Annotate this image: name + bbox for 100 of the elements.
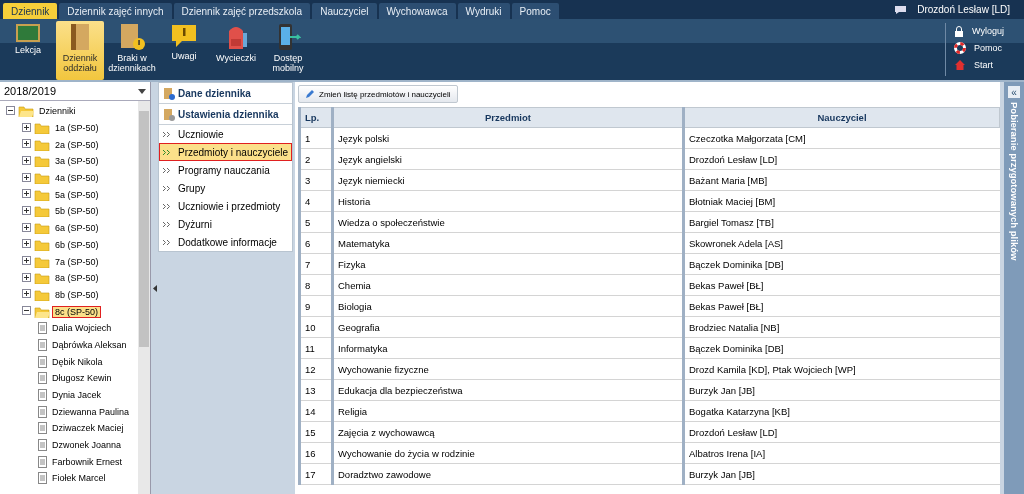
expand-icon[interactable] <box>22 172 31 182</box>
table-cell: Skowronek Adela [AS] <box>683 232 1000 254</box>
tree-item[interactable]: Dynia Jacek <box>50 390 104 401</box>
table-cell: 10 <box>299 316 333 338</box>
table-cell: Bargiel Tomasz [TB] <box>683 211 1000 233</box>
side-panel[interactable]: « Pobieranie przygotowanych plików <box>1004 82 1024 494</box>
menu-tab[interactable]: Dziennik zajęć przedszkola <box>173 3 311 19</box>
expand-icon[interactable] <box>22 272 31 282</box>
chalkboard-icon <box>15 23 41 43</box>
nav-item[interactable]: Uczniowie <box>159 125 292 143</box>
tree-item[interactable]: 8a (SP-50) <box>53 273 101 284</box>
dropdown-caret-icon[interactable] <box>138 88 146 94</box>
folder-icon <box>34 122 50 135</box>
expand-icon[interactable] <box>22 155 31 165</box>
table-cell: Język polski <box>332 127 684 149</box>
table-cell: Religia <box>332 400 684 422</box>
table-cell: 12 <box>299 358 333 380</box>
section-header[interactable]: Ustawienia dziennika <box>159 104 292 125</box>
tree-item[interactable]: 7a (SP-50) <box>53 256 101 267</box>
tree-item[interactable]: 5b (SP-50) <box>53 206 101 217</box>
account-link[interactable]: Wyloguj <box>954 23 1004 38</box>
tree-item[interactable]: 3a (SP-50) <box>53 156 101 167</box>
table-cell: Błotniak Maciej [BM] <box>683 190 1000 212</box>
folder-icon <box>34 188 50 201</box>
table-cell: Bączek Dominika [DB] <box>683 337 1000 359</box>
menu-tab[interactable]: Nauczyciel <box>312 3 377 19</box>
document-icon <box>38 338 47 351</box>
tree-item[interactable]: 6b (SP-50) <box>53 239 101 250</box>
nav-item[interactable]: Programy nauczania <box>159 161 292 179</box>
table-cell: Matematyka <box>332 232 684 254</box>
ribbon-button[interactable]: Dostęp mobilny <box>264 21 312 80</box>
menu-tab[interactable]: Wychowawca <box>378 3 456 19</box>
tree-item[interactable]: Dziwaczek Maciej <box>50 423 126 434</box>
tree-item[interactable]: Dąbrówka Aleksan <box>50 339 129 350</box>
lifebuoy-icon <box>954 41 967 54</box>
tree-item[interactable]: 1a (SP-50) <box>53 123 101 134</box>
table-cell: Burzyk Jan [JB] <box>683 463 1000 485</box>
table-cell: 8 <box>299 274 333 296</box>
nav-item[interactable]: Dyżurni <box>159 215 292 233</box>
ribbon-button[interactable]: Lekcja <box>4 21 52 80</box>
tree-item[interactable]: 5a (SP-50) <box>53 189 101 200</box>
column-header: Przedmiot <box>332 107 684 128</box>
tree-item[interactable]: 4a (SP-50) <box>53 173 101 184</box>
table-cell: 15 <box>299 421 333 443</box>
tree-item[interactable]: Długosz Kewin <box>50 373 114 384</box>
account-link[interactable]: Pomoc <box>954 40 1004 55</box>
expand-icon[interactable] <box>22 289 31 299</box>
tree-item[interactable]: 6a (SP-50) <box>53 223 101 234</box>
tree-item[interactable]: Fiołek Marcel <box>50 473 108 484</box>
table-cell: Drozdoń Lesław [LD] <box>683 148 1000 170</box>
tree-item[interactable]: 8c (SP-50) <box>53 306 100 317</box>
menu-tab[interactable]: Pomoc <box>511 3 559 19</box>
collapse-icon[interactable] <box>6 105 15 115</box>
folder-icon <box>34 138 50 151</box>
expand-icon[interactable] <box>22 222 31 232</box>
expand-icon[interactable] <box>22 239 31 249</box>
menu-tab[interactable]: Wydruki <box>457 3 510 19</box>
tree-item[interactable]: Dzwonek Joanna <box>50 440 124 451</box>
tree-item[interactable]: Dalia Wojciech <box>50 323 114 334</box>
tree-item[interactable]: Dębik Nikola <box>50 356 105 367</box>
tree-item[interactable]: Dzienniki <box>37 106 78 117</box>
expand-button[interactable]: « <box>1008 86 1020 98</box>
table-cell: Bogatka Katarzyna [KB] <box>683 400 1000 422</box>
chat-bubble-icon[interactable] <box>894 4 908 15</box>
table-cell: Doradztwo zawodowe <box>332 463 684 485</box>
year-select[interactable]: 2018/2019 <box>0 82 150 101</box>
table-cell: Chemia <box>332 274 684 296</box>
collapse-icon[interactable] <box>22 306 31 316</box>
expand-icon[interactable] <box>22 189 31 199</box>
table-cell: Bączek Dominika [DB] <box>683 253 1000 275</box>
scrollbar[interactable] <box>138 101 150 494</box>
expand-icon[interactable] <box>22 205 31 215</box>
menu-tab[interactable]: Dziennik <box>3 3 58 19</box>
section-header[interactable]: Dane dziennika <box>159 83 292 104</box>
nav-item[interactable]: Grupy <box>159 179 292 197</box>
tree-item[interactable]: 8b (SP-50) <box>53 289 101 300</box>
edit-list-button[interactable]: Zmień listę przedmiotów i nauczycieli <box>298 85 458 103</box>
collapse-arrow-icon[interactable] <box>152 284 157 292</box>
nav-item[interactable]: Przedmioty i nauczyciele <box>159 143 292 161</box>
table-cell: Wychowanie fizyczne <box>332 358 684 380</box>
table-cell: Edukacja dla bezpieczeństwa <box>332 379 684 401</box>
tree-item[interactable]: 2a (SP-50) <box>53 139 101 150</box>
expand-icon[interactable] <box>22 256 31 266</box>
expand-icon[interactable] <box>22 122 31 132</box>
document-icon <box>38 455 47 468</box>
menu-tab[interactable]: Dziennik zajęć innych <box>59 3 172 19</box>
nav-item[interactable]: Dodatkowe informacje <box>159 233 292 251</box>
expand-icon[interactable] <box>22 139 31 149</box>
nav-item[interactable]: Uczniowie i przedmioty <box>159 197 292 215</box>
ribbon-button[interactable]: Dziennik oddziału <box>56 21 104 80</box>
tree-item[interactable]: Dziewanna Paulina <box>50 406 132 417</box>
table-cell: Biologia <box>332 295 684 317</box>
ribbon-button[interactable]: Braki w dziennikach <box>108 21 156 80</box>
double-chevron-icon <box>163 167 170 173</box>
ribbon-button[interactable]: Uwagi <box>160 21 208 80</box>
table-cell: Historia <box>332 190 684 212</box>
tree-item[interactable]: Farbownik Ernest <box>50 456 125 467</box>
double-chevron-icon <box>163 149 170 155</box>
account-link[interactable]: Start <box>954 57 1004 72</box>
ribbon-button[interactable]: Wycieczki <box>212 21 260 80</box>
